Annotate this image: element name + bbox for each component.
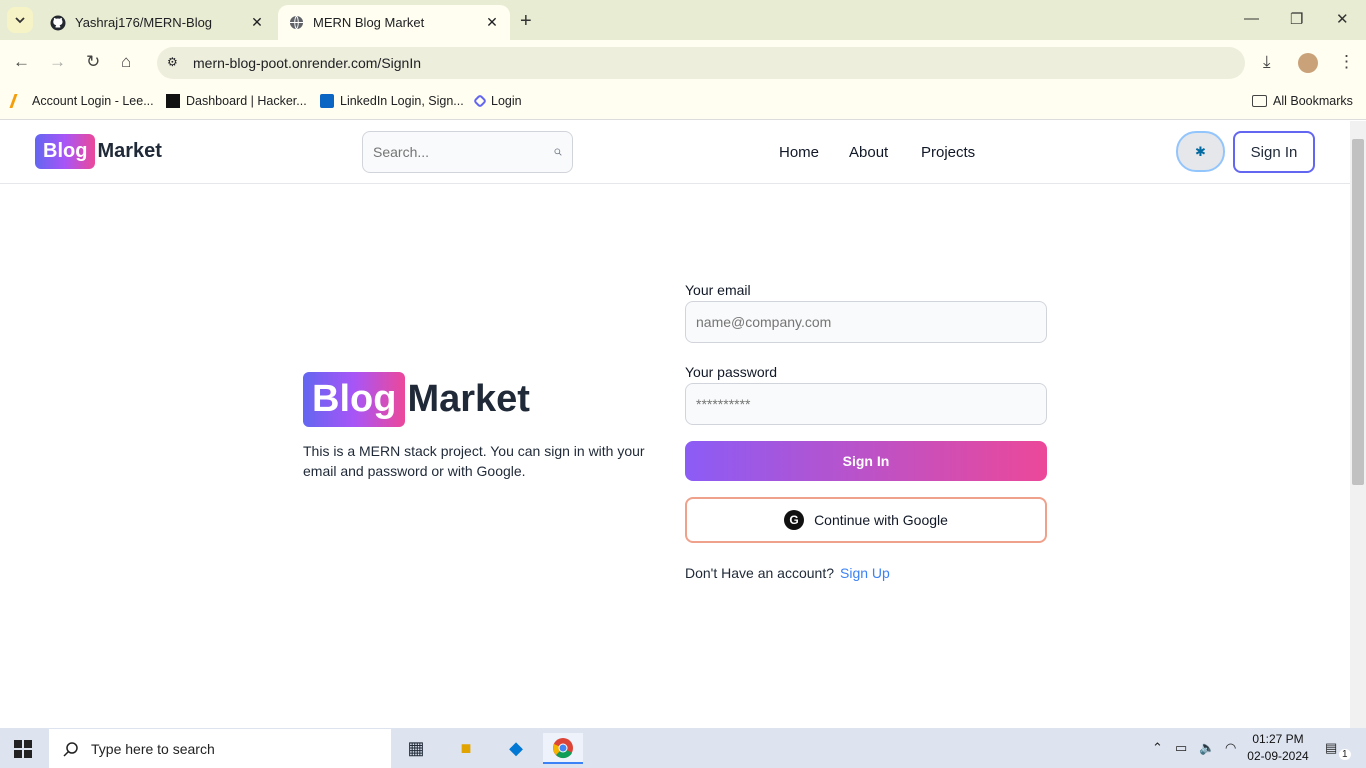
minimize-icon[interactable]: — [1244,10,1259,27]
globe-icon [288,15,304,31]
logo-text: Market [97,140,162,162]
github-icon [50,15,66,31]
signup-prompt: Don't Have an account? Sign Up [685,565,890,581]
url-text: mern-blog-poot.onrender.com/SignIn [193,55,422,71]
google-icon: G [784,510,805,530]
windows-start-icon[interactable] [14,740,32,758]
nav-projects[interactable]: Projects [921,144,975,161]
address-bar[interactable]: ⚙ mern-blog-poot.onrender.com/SignIn [157,47,1245,79]
taskbar-clock[interactable]: 01:27 PM 02-09-2024 [1247,731,1309,765]
tab-github[interactable]: Yashraj176/MERN-Blog ✕ [40,5,275,40]
new-tab-icon[interactable]: + [520,10,532,33]
notification-count: 1 [1339,749,1351,760]
task-view-icon[interactable]: ▦ [396,733,436,764]
file-explorer-icon[interactable]: ■ [446,733,486,764]
header-signin-button[interactable]: Sign In [1233,131,1315,173]
tab-search-button[interactable] [7,7,33,33]
site-header: Blog Market Home About Projects ✱ Sign I… [0,121,1350,184]
all-bookmarks[interactable]: All Bookmarks [1252,94,1353,108]
signup-link[interactable]: Sign Up [840,565,890,581]
close-icon[interactable]: ✕ [484,14,500,31]
hero-logo: Blog Market [303,372,530,427]
tab-title: Yashraj176/MERN-Blog [75,15,213,30]
google-signin-button[interactable]: G Continue with Google [685,497,1047,543]
wifi-icon[interactable]: ◠ [1225,740,1236,756]
hackerrank-icon [166,94,180,108]
search-icon [63,741,78,757]
sun-icon: ✱ [1195,143,1206,159]
chevron-down-icon [15,17,25,24]
notification-icon[interactable]: ▤ [1325,740,1337,756]
search-input[interactable] [373,144,554,160]
vscode-icon[interactable]: ◆ [496,733,536,764]
bookmarks-bar: Account Login - Lee... Dashboard | Hacke… [0,86,1366,120]
google-button-label: Continue with Google [814,512,948,528]
web-page: Blog Market Home About Projects ✱ Sign I… [0,121,1350,728]
site-info-icon[interactable]: ⚙ [167,55,178,69]
menu-icon[interactable]: ⋮ [1338,52,1355,72]
logo-pill: Blog [303,372,406,427]
search-box [362,131,573,173]
bookmark-favicon-icon [9,94,29,108]
bookmark-label: Login [491,94,522,108]
tab-blog-market[interactable]: MERN Blog Market ✕ [278,5,510,40]
reload-icon[interactable]: ↻ [86,52,100,72]
clock-date: 02-09-2024 [1247,749,1309,763]
site-logo[interactable]: Blog Market [35,134,162,169]
restore-icon[interactable]: ❐ [1290,10,1303,28]
bookmark-label: Account Login - Lee... [32,94,154,108]
nav-home[interactable]: Home [779,144,819,161]
tab-title: MERN Blog Market [313,15,425,30]
battery-icon[interactable]: ▭ [1175,740,1187,756]
logo-text: Market [407,378,530,420]
bookmark-label: Dashboard | Hacker... [186,94,307,108]
taskbar-search[interactable]: Type here to search [49,729,391,768]
clock-time: 01:27 PM [1252,732,1304,746]
folder-icon [1252,95,1267,107]
password-label: Your password [685,364,778,380]
scrollbar[interactable] [1350,121,1366,728]
theme-toggle-button[interactable]: ✱ [1176,131,1225,172]
password-field[interactable] [685,383,1047,425]
close-icon[interactable]: ✕ [249,14,265,31]
chrome-icon[interactable] [543,733,583,764]
bookmark-item[interactable]: Dashboard | Hacker... [166,94,307,108]
bookmark-item[interactable]: LinkedIn Login, Sign... [320,94,464,108]
volume-icon[interactable]: 🔈 [1199,740,1215,756]
taskbar-search-placeholder: Type here to search [91,740,215,757]
home-icon[interactable]: ⌂ [121,52,131,72]
bookmark-item[interactable]: Login [472,93,522,109]
login-favicon-icon [472,93,488,109]
signin-button[interactable]: Sign In [685,441,1047,481]
email-label: Your email [685,282,751,298]
profile-avatar[interactable] [1298,53,1318,73]
window-close-icon[interactable]: ✕ [1336,10,1349,28]
scrollbar-thumb[interactable] [1352,139,1364,485]
bookmark-label: LinkedIn Login, Sign... [340,94,464,108]
browser-tab-strip: Yashraj176/MERN-Blog ✕ MERN Blog Market … [0,0,1366,40]
nav-about[interactable]: About [849,144,888,161]
logo-pill: Blog [35,134,96,169]
linkedin-icon [320,94,334,108]
email-field[interactable] [685,301,1047,343]
search-icon[interactable] [554,143,562,161]
forward-icon[interactable]: → [49,52,66,72]
all-bookmarks-label: All Bookmarks [1273,94,1353,108]
no-account-text: Don't Have an account? [685,565,834,581]
intro-text: This is a MERN stack project. You can si… [303,443,645,479]
back-icon[interactable]: ← [13,52,30,72]
bookmark-item[interactable]: Account Login - Lee... [9,94,154,108]
download-icon[interactable]: ⤓ [1263,52,1271,72]
chevron-up-icon[interactable]: ⌃ [1152,740,1163,756]
